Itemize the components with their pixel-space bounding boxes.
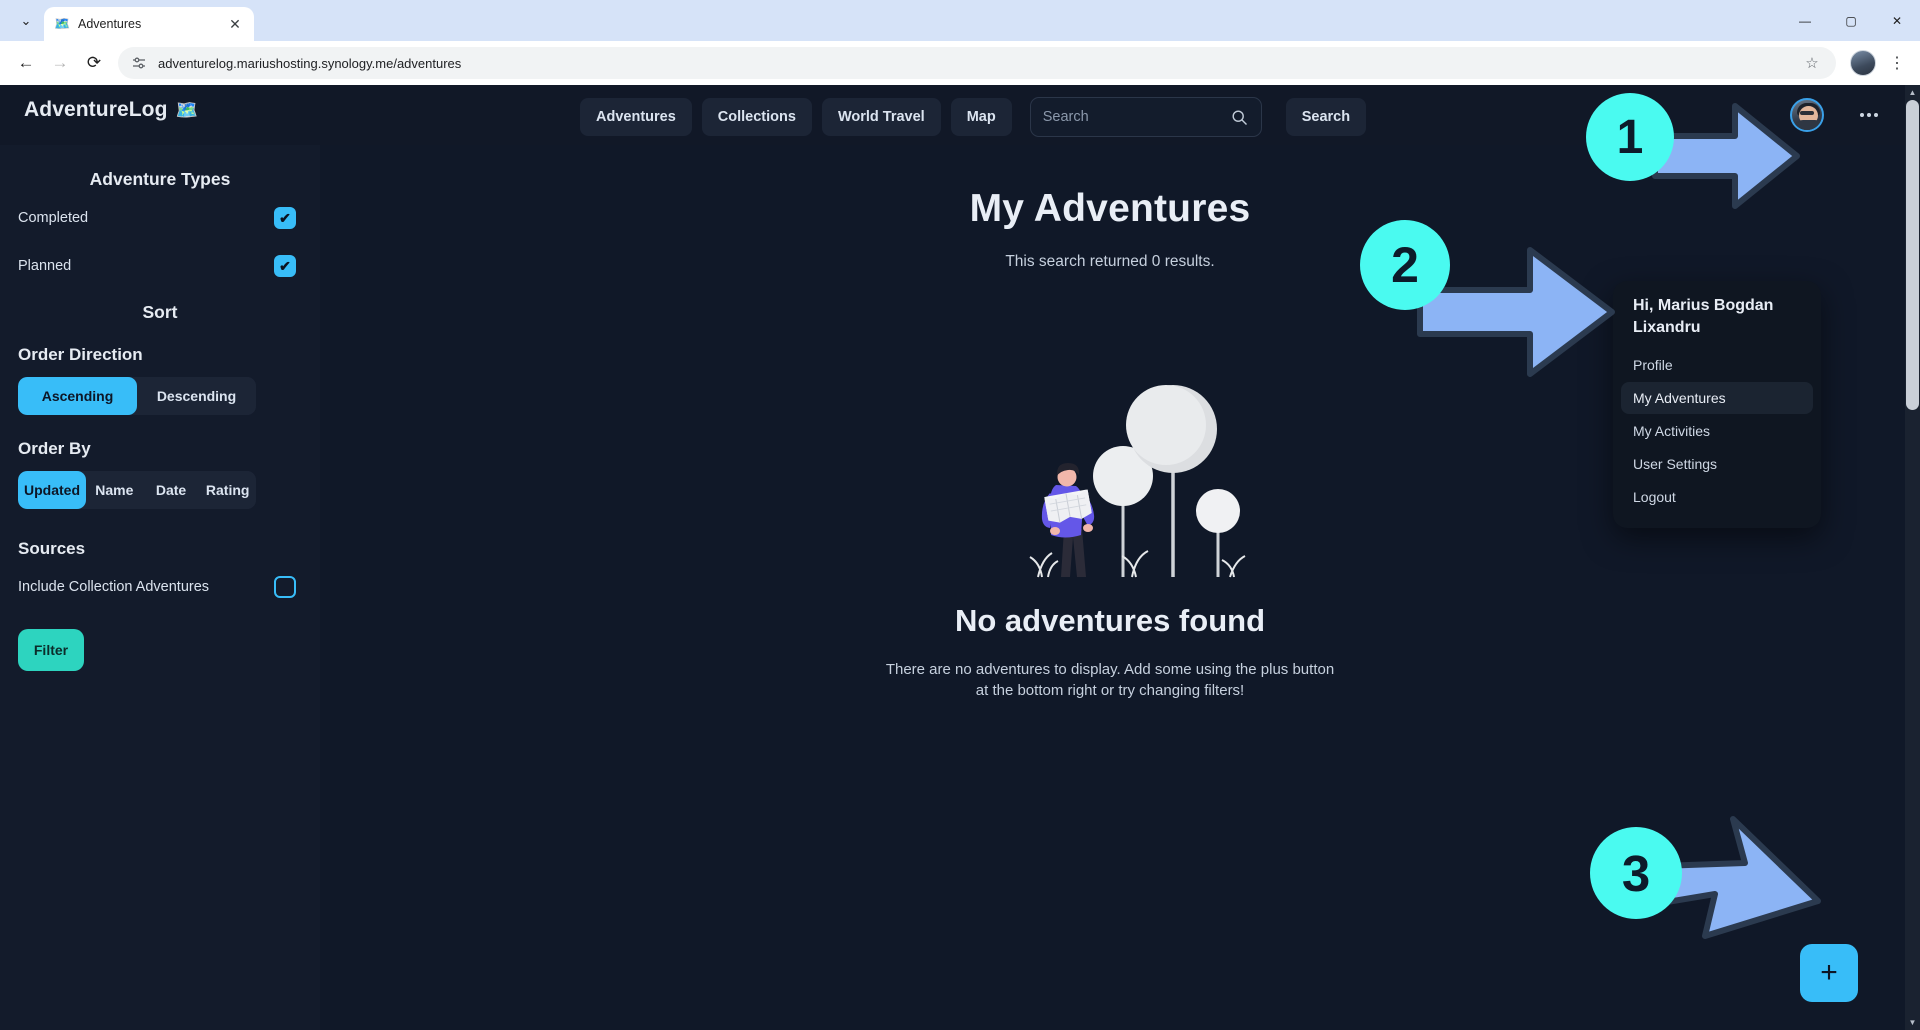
plus-icon: + xyxy=(1820,956,1838,989)
sources-heading: Sources xyxy=(18,539,86,558)
tab-search-chevron-icon[interactable]: ⌄ xyxy=(12,7,40,35)
url-text: adventurelog.mariushosting.synology.me/a… xyxy=(158,55,462,71)
page-viewport: AdventureLog 🗺️ Adventures Collections W… xyxy=(0,85,1920,1030)
menu-item-logout[interactable]: Logout xyxy=(1621,481,1813,513)
page-scrollbar[interactable]: ▲ ▼ xyxy=(1905,85,1920,1030)
app-brand[interactable]: AdventureLog 🗺️ xyxy=(24,98,198,122)
close-window-icon[interactable]: ✕ xyxy=(1874,0,1920,41)
back-icon[interactable]: ← xyxy=(10,47,42,79)
user-menu-dropdown: Hi, Marius Bogdan Lixandru Profile My Ad… xyxy=(1613,281,1821,528)
avatar[interactable] xyxy=(1790,98,1824,132)
dot xyxy=(1860,113,1864,117)
dot xyxy=(1867,113,1871,117)
browser-window: ⌄ 🗺️ Adventures ✕ — ▢ ✕ ← → ⟳ adventurel… xyxy=(0,0,1920,1030)
brand-name: AdventureLog xyxy=(24,98,168,121)
browser-toolbar: ← → ⟳ adventurelog.mariushosting.synolog… xyxy=(0,41,1920,85)
address-bar[interactable]: adventurelog.mariushosting.synology.me/a… xyxy=(118,47,1836,79)
search-button[interactable]: Search xyxy=(1285,98,1367,136)
sort-heading: Sort xyxy=(142,302,178,322)
order-direction-descending[interactable]: Descending xyxy=(137,377,256,415)
results-count-text: This search returned 0 results. xyxy=(1005,253,1215,270)
empty-state-description: There are no adventures to display. Add … xyxy=(885,661,1335,700)
filter-sidebar: Adventure Types Completed ✔ Planned ✔ So… xyxy=(0,145,320,1030)
window-controls: — ▢ ✕ xyxy=(1782,0,1920,41)
tab-strip: ⌄ 🗺️ Adventures ✕ — ▢ ✕ xyxy=(0,0,1920,41)
checkbox-include-collection-adventures[interactable] xyxy=(274,576,296,598)
filter-label-include-collection-adventures: Include Collection Adventures xyxy=(18,579,210,595)
filter-label-planned: Planned xyxy=(18,258,72,274)
forward-icon[interactable]: → xyxy=(44,47,76,79)
tab-title: Adventures xyxy=(78,17,142,31)
adventure-types-heading: Adventure Types xyxy=(89,169,231,189)
order-by-date[interactable]: Date xyxy=(142,471,200,509)
menu-item-my-activities[interactable]: My Activities xyxy=(1621,415,1813,447)
map-icon: 🗺️ xyxy=(175,99,199,120)
order-direction-ascending[interactable]: Ascending xyxy=(18,377,137,415)
filter-label-completed: Completed xyxy=(18,210,89,226)
scroll-down-icon[interactable]: ▼ xyxy=(1905,1015,1920,1030)
order-direction-heading: Order Direction xyxy=(18,345,143,364)
checkbox-completed[interactable]: ✔ xyxy=(274,207,296,229)
bookmark-icon[interactable]: ☆ xyxy=(1800,51,1824,75)
browser-profile-avatar[interactable] xyxy=(1850,50,1876,76)
scrollbar-thumb[interactable] xyxy=(1906,100,1919,410)
user-greeting: Hi, Marius Bogdan Lixandru xyxy=(1633,297,1774,337)
order-direction-segmented-control: Ascending Descending xyxy=(18,377,256,415)
filter-row-include-collection-adventures[interactable]: Include Collection Adventures xyxy=(0,567,320,607)
menu-item-user-settings[interactable]: User Settings xyxy=(1621,448,1813,480)
checkbox-planned[interactable]: ✔ xyxy=(274,255,296,277)
map-icon: 🗺️ xyxy=(54,16,71,31)
close-icon[interactable]: ✕ xyxy=(226,15,244,33)
primary-nav: Adventures Collections World Travel Map … xyxy=(580,97,1367,137)
page-title: My Adventures xyxy=(969,187,1251,230)
app-header: AdventureLog 🗺️ Adventures Collections W… xyxy=(0,85,1920,145)
search-field[interactable] xyxy=(1029,97,1262,137)
menu-item-profile[interactable]: Profile xyxy=(1621,349,1813,381)
filter-row-completed[interactable]: Completed ✔ xyxy=(0,198,320,238)
order-by-segmented-control: Updated Name Date Rating xyxy=(18,471,256,509)
avatar-glasses xyxy=(1800,111,1814,115)
minimize-icon[interactable]: — xyxy=(1782,0,1828,41)
nav-item-map[interactable]: Map xyxy=(950,98,1012,136)
filter-row-planned[interactable]: Planned ✔ xyxy=(0,246,320,286)
browser-menu-icon[interactable]: ⋮ xyxy=(1884,47,1910,79)
nav-item-collections[interactable]: Collections xyxy=(701,98,812,136)
main-content: My Adventures This search returned 0 res… xyxy=(320,145,1900,1030)
tune-icon[interactable] xyxy=(130,54,148,72)
search-input[interactable] xyxy=(1042,109,1231,125)
order-by-updated[interactable]: Updated xyxy=(18,471,86,509)
filter-button[interactable]: Filter xyxy=(18,629,84,671)
menu-item-my-adventures[interactable]: My Adventures xyxy=(1621,381,1813,414)
scroll-up-icon[interactable]: ▲ xyxy=(1905,85,1920,100)
reload-icon[interactable]: ⟳ xyxy=(78,47,110,79)
dot xyxy=(1874,113,1878,117)
person-with-map-illustration xyxy=(1029,385,1246,578)
nav-item-world-travel[interactable]: World Travel xyxy=(821,98,941,136)
maximize-icon[interactable]: ▢ xyxy=(1828,0,1874,41)
order-by-heading: Order By xyxy=(18,439,91,458)
ellipsis-icon[interactable] xyxy=(1852,100,1886,130)
search-icon xyxy=(1231,108,1249,126)
order-by-name[interactable]: Name xyxy=(86,471,143,509)
empty-state-title: No adventures found xyxy=(954,603,1265,638)
order-by-rating[interactable]: Rating xyxy=(199,471,256,509)
add-adventure-fab[interactable]: + xyxy=(1800,944,1858,1002)
nav-item-adventures[interactable]: Adventures xyxy=(580,98,692,136)
browser-tab[interactable]: 🗺️ Adventures ✕ xyxy=(44,7,254,41)
avatar-body xyxy=(1793,120,1822,130)
